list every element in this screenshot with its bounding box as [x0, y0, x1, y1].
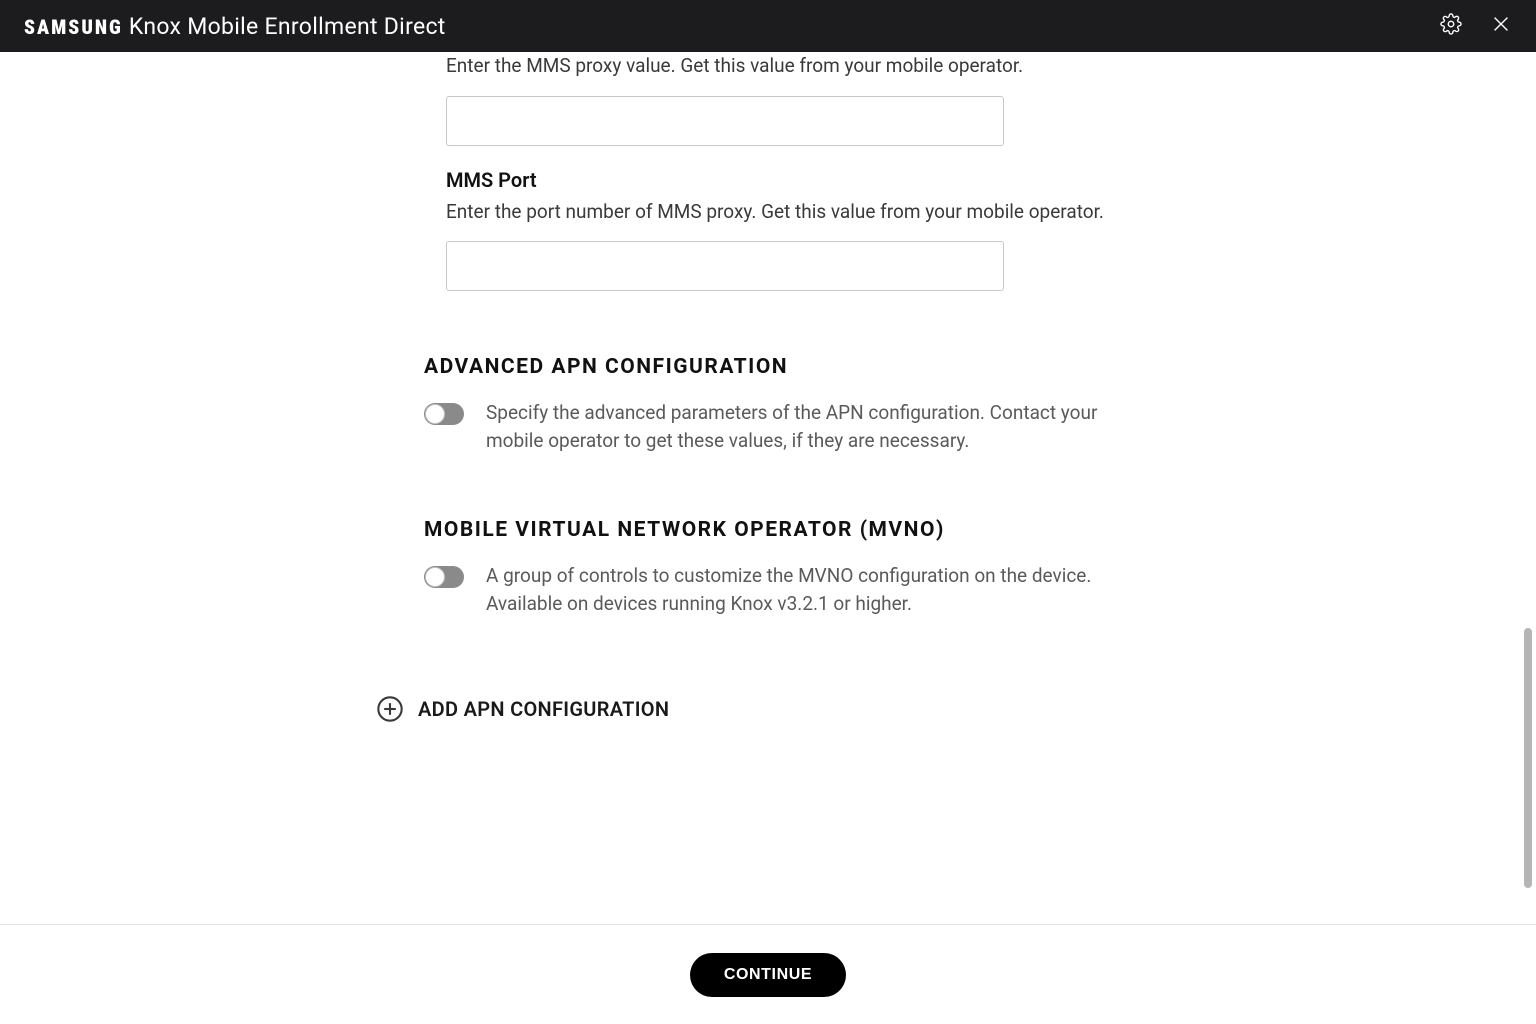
mms-port-desc: Enter the port number of MMS proxy. Get … — [446, 198, 1152, 226]
mvno-toggle-row: A group of controls to customize the MVN… — [424, 562, 1152, 617]
form-container: Enter the MMS proxy value. Get this valu… — [446, 52, 1152, 803]
plus-circle-icon — [376, 695, 404, 723]
settings-icon[interactable] — [1440, 13, 1462, 39]
advanced-apn-desc: Specify the advanced parameters of the A… — [486, 399, 1122, 454]
add-apn-configuration-button[interactable]: ADD APN CONFIGURATION — [376, 695, 1152, 723]
app-header: SAMSUNG Knox Mobile Enrollment Direct — [0, 0, 1536, 52]
add-apn-label: ADD APN CONFIGURATION — [418, 697, 669, 721]
mvno-toggle[interactable] — [424, 566, 464, 588]
advanced-apn-heading: ADVANCED APN CONFIGURATION — [424, 355, 1152, 379]
advanced-apn-toggle-row: Specify the advanced parameters of the A… — [424, 399, 1152, 454]
mms-port-input[interactable] — [446, 241, 1004, 291]
footer-bar: CONTINUE — [0, 924, 1536, 1024]
mvno-desc: A group of controls to customize the MVN… — [486, 562, 1122, 617]
close-icon[interactable] — [1490, 13, 1512, 39]
mms-port-field-block: MMS Port Enter the port number of MMS pr… — [446, 168, 1152, 292]
advanced-apn-toggle[interactable] — [424, 403, 464, 425]
mms-proxy-field-block: Enter the MMS proxy value. Get this valu… — [446, 52, 1152, 146]
scrollbar-thumb[interactable] — [1524, 628, 1532, 888]
app-title: Knox Mobile Enrollment Direct — [129, 13, 446, 40]
continue-button[interactable]: CONTINUE — [690, 953, 846, 997]
mvno-heading: MOBILE VIRTUAL NETWORK OPERATOR (MVNO) — [424, 518, 1152, 542]
header-title-group: SAMSUNG Knox Mobile Enrollment Direct — [24, 13, 446, 40]
toggle-knob — [425, 404, 445, 424]
mms-proxy-desc: Enter the MMS proxy value. Get this valu… — [446, 52, 1152, 80]
mms-proxy-input[interactable] — [446, 96, 1004, 146]
header-actions — [1440, 13, 1512, 39]
brand-logo-text: SAMSUNG — [24, 15, 123, 39]
content-scroll[interactable]: Enter the MMS proxy value. Get this valu… — [0, 52, 1536, 924]
mms-port-label: MMS Port — [446, 168, 1152, 192]
